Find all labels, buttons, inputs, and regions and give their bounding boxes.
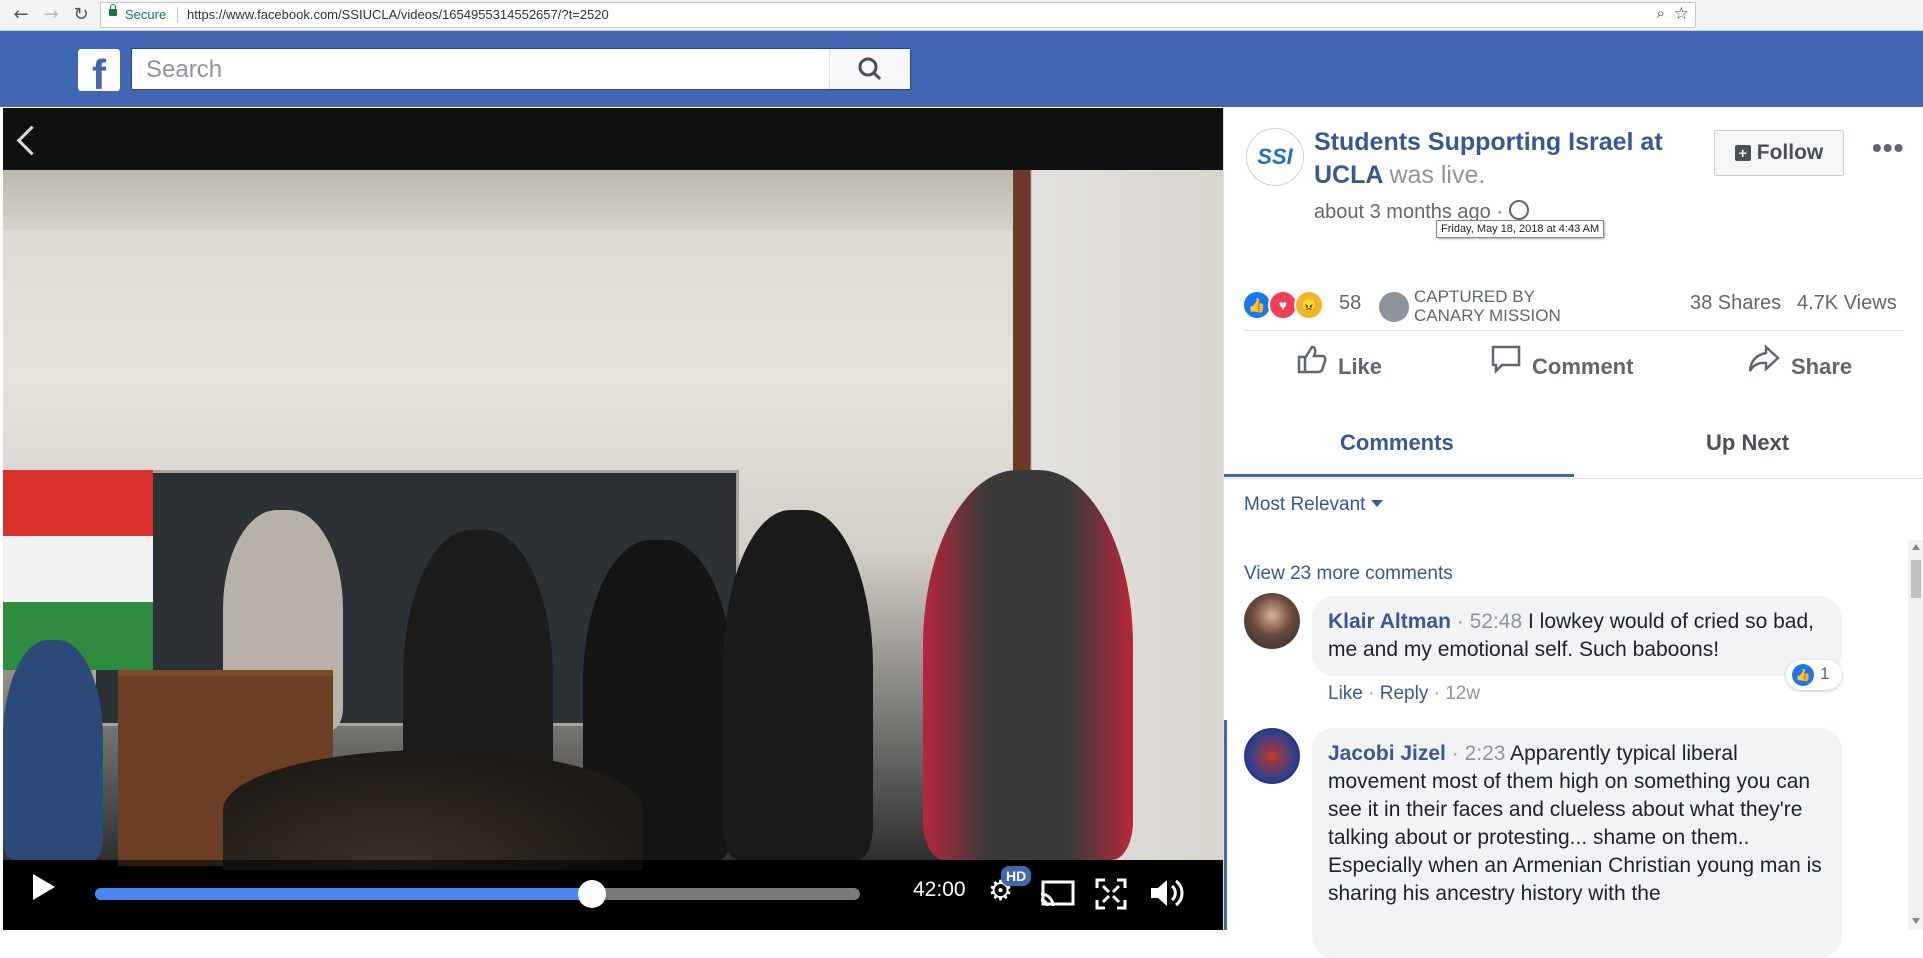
reload-icon[interactable]: ↻ [70, 4, 92, 26]
comment-label: Comment [1532, 354, 1634, 379]
facebook-header: f [0, 31, 1923, 107]
search-input[interactable] [144, 55, 828, 85]
scene-person [723, 510, 873, 860]
comment-bubble-icon [1491, 345, 1521, 374]
comment-age[interactable]: 12w [1445, 683, 1480, 704]
comment-author[interactable]: Jacobi Jizel [1328, 742, 1446, 765]
forward-arrow-icon[interactable]: → [40, 4, 62, 26]
comment-text-continued: Especially when an Armenian Christian yo… [1328, 854, 1822, 905]
comment-like-count: 1 [1820, 664, 1830, 683]
comment-sort-dropdown[interactable]: Most Relevant [1244, 494, 1384, 516]
comment-author[interactable]: Klair Altman [1328, 610, 1451, 633]
comment-bubble: Klair Altman · 52:48 I lowkey would of c… [1312, 596, 1842, 676]
reaction-count[interactable]: 58 [1339, 292, 1361, 315]
divider [177, 7, 178, 23]
comment-button[interactable]: Comment [1490, 344, 1633, 380]
scrollbar-thumb[interactable] [1911, 560, 1921, 598]
video-player[interactable]: 42:00 ⚙ HD [3, 108, 1223, 930]
scroll-up-icon[interactable] [1912, 544, 1920, 550]
hd-badge: HD [1001, 866, 1032, 886]
share-arrow-icon [1748, 344, 1780, 372]
active-tab-indicator [1224, 474, 1574, 477]
fullscreen-icon[interactable] [1095, 878, 1127, 910]
thumbs-up-icon [1297, 345, 1327, 374]
timestamp-tooltip: Friday, May 18, 2018 at 4:43 AM [1436, 220, 1605, 238]
like-reaction-icon: 👍 [1792, 664, 1814, 686]
scroll-down-icon[interactable] [1912, 918, 1920, 924]
progress-fill [95, 888, 593, 900]
comment-reply-link[interactable]: Reply [1380, 683, 1429, 704]
share-button[interactable]: Share [1747, 344, 1852, 380]
tab-comments[interactable]: Comments [1340, 430, 1454, 456]
like-label: Like [1338, 354, 1383, 379]
scene-flag [3, 470, 153, 670]
video-frame [3, 170, 1223, 870]
play-icon[interactable] [33, 874, 55, 900]
divider [1244, 330, 1904, 331]
progress-handle[interactable] [578, 880, 607, 908]
comment-timestamp-value: 52:48 [1469, 610, 1523, 633]
share-count[interactable]: 38 Shares [1690, 292, 1781, 315]
facebook-logo[interactable]: f [78, 49, 120, 91]
globe-icon [1509, 200, 1530, 220]
volume-icon[interactable] [1149, 876, 1185, 910]
cast-icon[interactable] [1039, 880, 1077, 910]
captured-line-1: CAPTURED BY [1414, 287, 1535, 306]
more-options-icon[interactable]: ••• [1872, 132, 1904, 164]
scene-person [923, 470, 1133, 860]
tab-up-next[interactable]: Up Next [1706, 430, 1789, 456]
search-box[interactable] [131, 48, 911, 90]
comment-timestamp-value: 2:23 [1464, 742, 1506, 765]
highlight-bar [1224, 720, 1227, 930]
share-label: Share [1791, 354, 1853, 379]
page-avatar[interactable]: SSI [1246, 128, 1304, 186]
comment-bubble: Jacobi Jizel · 2:23 Apparently typical l… [1312, 728, 1842, 958]
back-chevron-icon[interactable] [16, 125, 47, 156]
bookmark-star-icon[interactable]: ☆ [1674, 4, 1689, 24]
secure-label: Secure [125, 7, 167, 22]
comment-timestamp[interactable]: · 2:23 [1452, 742, 1506, 765]
progress-bar[interactable] [95, 880, 860, 908]
back-arrow-icon[interactable]: ← [10, 4, 32, 26]
post-heading: Students Supporting Israel at UCLA was l… [1314, 126, 1694, 192]
video-top-bar [3, 108, 1223, 170]
address-bar[interactable]: Secure https://www.facebook.com/SSIUCLA/… [100, 2, 1696, 28]
post-stats: 👍 ♥ 😠 58 CAPTURED BY CANARY MISSION 38 S… [1224, 278, 1923, 328]
captured-line-2: CANARY MISSION [1414, 306, 1561, 325]
comment-actions: Like · Reply · 12w [1328, 683, 1481, 704]
like-button[interactable]: Like [1296, 344, 1382, 380]
follow-button[interactable]: + Follow [1714, 130, 1844, 176]
panel-tabs: Comments Up Next [1224, 408, 1923, 479]
search-button[interactable] [829, 49, 910, 89]
avatar[interactable] [1244, 728, 1300, 784]
follow-plus-icon: + [1734, 145, 1751, 161]
view-more-comments-link[interactable]: View 23 more comments [1244, 563, 1453, 585]
page-name-link[interactable]: Students Supporting Israel at UCLA [1314, 128, 1663, 189]
url-text[interactable]: https://www.facebook.com/SSIUCLA/videos/… [187, 7, 609, 22]
lock-icon [109, 4, 117, 16]
caret-down-icon [1371, 500, 1384, 507]
post-panel: SSI Students Supporting Israel at UCLA w… [1223, 108, 1923, 958]
live-status: was live. [1389, 161, 1486, 189]
follow-label: Follow [1756, 141, 1824, 164]
zoom-icon[interactable]: ⌕ [1657, 5, 1665, 22]
browser-toolbar: ← → ↻ Secure https://www.facebook.com/SS… [0, 0, 1923, 31]
comments-scrollbar[interactable] [1908, 540, 1923, 930]
angry-reaction-icon[interactable]: 😠 [1294, 290, 1324, 320]
search-icon [858, 57, 882, 81]
comment-timestamp[interactable]: · 52:48 [1457, 610, 1522, 633]
view-count: 4.7K Views [1797, 292, 1897, 314]
video-time: 42:00 [913, 878, 966, 901]
comment-like-badge[interactable]: 👍 1 [1786, 660, 1842, 690]
canary-mission-icon [1379, 292, 1409, 322]
avatar[interactable] [1244, 593, 1300, 649]
comment-like-link[interactable]: Like [1328, 683, 1363, 704]
scene-person [3, 640, 103, 860]
scene-audience [223, 750, 643, 870]
video-controls: 42:00 ⚙ HD [3, 860, 1223, 930]
captured-by-label: CAPTURED BY CANARY MISSION [1414, 287, 1561, 325]
sort-label: Most Relevant [1244, 494, 1366, 515]
